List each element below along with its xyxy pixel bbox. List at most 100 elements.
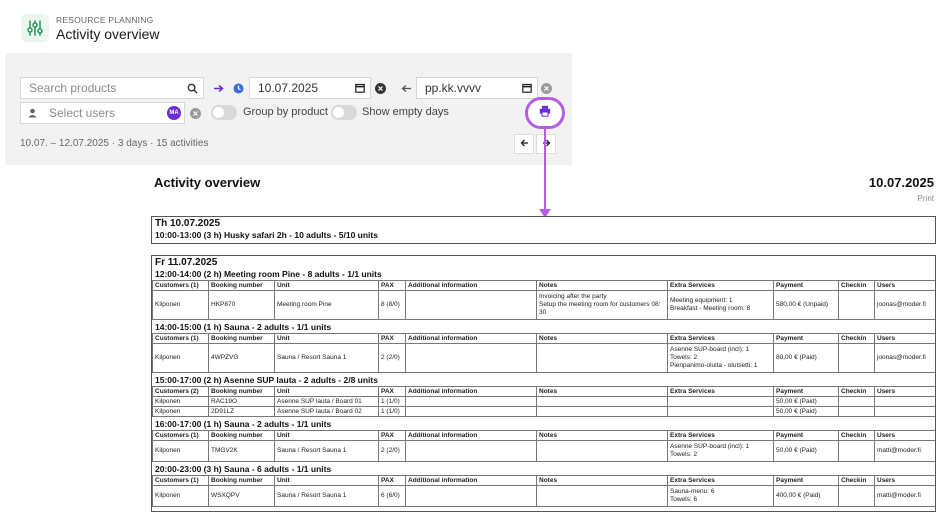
customer-cell: Kilponen <box>152 343 209 373</box>
resource-planning-icon <box>21 14 49 42</box>
extras-cell: Meeting equipment: 1 Breakfast - Meeting… <box>667 290 774 320</box>
checkin-cell <box>838 406 875 417</box>
table-row: Kilponen 2D91LZ Asenne SUP lauta / Board… <box>152 406 935 417</box>
column-header: Checkin <box>838 475 875 486</box>
column-header: PAX <box>378 280 406 291</box>
payment-cell: 50,00 € (Paid) <box>773 406 839 417</box>
column-header: Unit <box>274 280 379 291</box>
notes-cell <box>536 406 668 417</box>
column-header: PAX <box>378 475 406 486</box>
column-header: Customers (1) <box>152 280 209 291</box>
customer-cell: Kilponen <box>152 290 209 320</box>
customer-cell: Kilponen <box>152 406 209 417</box>
group-by-product-toggle[interactable] <box>211 105 237 120</box>
extras-cell: Asenne SUP-board (incl): 1 Towels: 2 <box>667 440 774 462</box>
pax-cell: 1 (1/0) <box>378 406 406 417</box>
booking-cell: RAC19O <box>208 396 275 407</box>
payment-cell: 400,00 € (Paid) <box>773 485 839 507</box>
column-header: Booking number <box>208 430 275 441</box>
users-cell <box>874 396 935 407</box>
search-input[interactable]: Search products <box>20 77 204 99</box>
extras-cell <box>667 396 774 407</box>
checkin-cell <box>838 343 875 373</box>
users-placeholder: Select users <box>49 106 116 120</box>
notes-cell <box>536 440 668 462</box>
calendar-icon[interactable] <box>517 83 537 93</box>
column-header: PAX <box>378 333 406 344</box>
column-header: Users <box>874 430 935 441</box>
column-header: Customers (1) <box>152 333 209 344</box>
unit-cell: Meeting room Pine <box>274 290 379 320</box>
column-header: Booking number <box>208 386 275 397</box>
info-cell <box>405 485 537 507</box>
column-header: Extra Services <box>667 333 774 344</box>
column-header: Additional information <box>405 386 537 397</box>
calendar-icon[interactable] <box>350 83 370 93</box>
extra-line: Meeting equipment: 1 <box>670 297 733 304</box>
note-line: 30 <box>539 309 547 316</box>
document-print-link[interactable]: Print <box>918 194 934 203</box>
payment-cell: 580,00 € (Unpaid) <box>773 290 839 320</box>
column-header: Additional information <box>405 280 537 291</box>
users-cell: joonas@moder.fi <box>874 343 935 373</box>
column-header: Additional information <box>405 475 537 486</box>
table-row: Kilponen RAC19O Asenne SUP lauta / Board… <box>152 396 935 407</box>
activity-heading: 15:00-17:00 (2 h) Asenne SUP lauta - 2 a… <box>155 375 378 385</box>
column-header: Unit <box>274 333 379 344</box>
table-row: Kilponen TMGV2K Sauna / Resort Sauna 1 2… <box>152 440 935 462</box>
show-empty-days-label: Show empty days <box>362 106 449 118</box>
search-icon[interactable] <box>181 83 203 94</box>
arrow-right-icon <box>542 138 551 150</box>
previous-period-button[interactable] <box>514 134 534 154</box>
column-header: Extra Services <box>667 475 774 486</box>
customer-cell: Kilponen <box>152 396 209 407</box>
document-date: 10.07.2025 <box>868 175 934 190</box>
users-cell: matti@moder.fi <box>874 440 935 462</box>
column-header: PAX <box>378 386 406 397</box>
extra-line: Towels: 6 <box>670 496 698 503</box>
extras-cell <box>667 406 774 417</box>
clear-users-icon[interactable] <box>185 102 205 124</box>
document-title: Activity overview <box>154 175 261 190</box>
column-header: Unit <box>274 475 379 486</box>
clear-date-to-icon[interactable] <box>536 77 556 99</box>
note-line: Setup the meeting room for customers 08: <box>539 301 661 308</box>
users-select[interactable]: Select users MA <box>20 102 185 124</box>
show-empty-days-toggle[interactable] <box>331 105 357 120</box>
customer-cell: Kilponen <box>152 485 209 507</box>
print-button[interactable] <box>525 97 565 129</box>
column-header: Additional information <box>405 333 537 344</box>
column-header: Customers (2) <box>152 386 209 397</box>
bookings-table: Customers (1) Booking number Unit PAX Ad… <box>152 430 935 462</box>
column-header: Payment <box>773 430 839 441</box>
extra-line: Pienpanimo-oluita - olutsetti: 1 <box>670 362 758 369</box>
bookings-table: Customers (1) Booking number Unit PAX Ad… <box>152 280 935 320</box>
booking-cell: TMGV2K <box>208 440 275 462</box>
customer-cell: Kilponen <box>152 440 209 462</box>
notes-cell: Invoicing after the party Setup the meet… <box>536 290 668 320</box>
pax-cell: 2 (2/0) <box>378 440 406 462</box>
column-header: Booking number <box>208 475 275 486</box>
table-row: Kilponen 4WPZVG Sauna / Resort Sauna 1 2… <box>152 343 935 373</box>
next-period-button[interactable] <box>536 134 556 154</box>
date-from-input[interactable]: 10.07.2025 <box>249 77 371 99</box>
day-heading: Fr 11.07.2025 <box>155 257 218 268</box>
column-header: PAX <box>378 430 406 441</box>
users-cell <box>874 406 935 417</box>
table-header-row: Customers (1) Booking number Unit PAX Ad… <box>152 280 935 291</box>
table-header-row: Customers (1) Booking number Unit PAX Ad… <box>152 333 935 344</box>
column-header: Checkin <box>838 333 875 344</box>
column-header: Payment <box>773 280 839 291</box>
activity-heading: 12:00-14:00 (2 h) Meeting room Pine - 8 … <box>155 269 382 279</box>
pax-cell: 1 (1/0) <box>378 396 406 407</box>
printer-icon <box>539 104 551 122</box>
extra-line: Sauna-menu: 6 <box>670 488 715 495</box>
user-avatar[interactable]: MA <box>167 106 181 120</box>
extra-line: Asenne SUP-board (incl): 1 <box>670 346 750 353</box>
date-to-input[interactable]: pp.kk.vvvv <box>416 77 538 99</box>
page-title: Activity overview <box>56 26 160 42</box>
table-header-row: Customers (1) Booking number Unit PAX Ad… <box>152 475 935 486</box>
pax-cell: 6 (6/0) <box>378 485 406 507</box>
clear-date-from-icon[interactable] <box>370 77 390 99</box>
column-header: Notes <box>536 475 668 486</box>
